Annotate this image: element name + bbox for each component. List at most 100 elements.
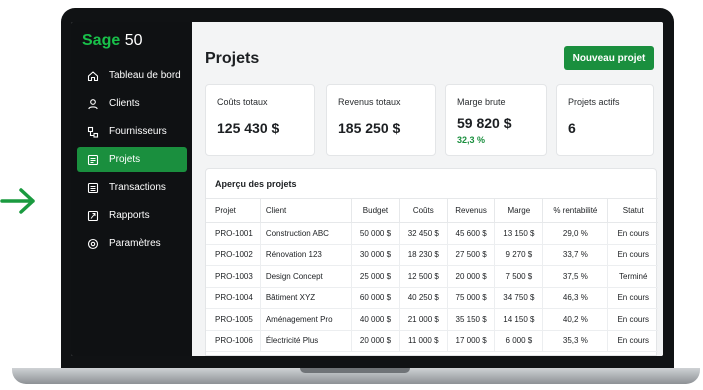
arrow-right-icon	[0, 188, 35, 214]
cell-client: Design Concept	[259, 265, 352, 288]
stat-value: 185 250 $	[338, 120, 401, 136]
sidebar-item-rapports[interactable]: Rapports	[77, 203, 187, 228]
column-header[interactable]: Statut	[607, 198, 658, 223]
sidebar-item-parametres[interactable]: Paramètres	[77, 231, 187, 256]
cell-project-id: PRO-1003	[206, 265, 261, 288]
sidebar-item-fournisseurs[interactable]: Fournisseurs	[77, 119, 187, 144]
user-icon	[86, 97, 100, 111]
panel-title: Aperçu des projets	[215, 179, 297, 189]
cell-costs: 21 000 $	[398, 308, 448, 331]
home-icon	[86, 69, 100, 83]
column-header[interactable]: Revenus	[446, 198, 495, 223]
sidebar-item-label: Fournisseurs	[109, 126, 167, 137]
column-header[interactable]: Coûts	[398, 198, 448, 223]
cell-project-id: PRO-1001	[206, 222, 261, 245]
cell-costs: 18 230 $	[398, 244, 448, 266]
cell-profitability: 35,3 %	[542, 330, 608, 352]
transactions-icon	[86, 181, 100, 195]
cell-status: En cours	[607, 244, 658, 266]
cell-costs: 40 250 $	[398, 287, 448, 309]
cell-profitability: 40,2 %	[542, 308, 608, 331]
cell-margin: 34 750 $	[494, 287, 543, 309]
cell-client: Bâtiment XYZ	[259, 287, 352, 309]
stat-value: 6	[568, 120, 576, 136]
stat-card-projets-actifs: Projets actifs 6	[556, 84, 654, 156]
table-header-row: Projet Client Budget Coûts Revenus Marge…	[206, 198, 658, 223]
main-content: Projets Nouveau projet Coûts totaux 125 …	[192, 22, 663, 356]
cell-margin: 14 150 $	[494, 308, 543, 331]
cell-revenue: 75 000 $	[446, 287, 495, 309]
sidebar-item-clients[interactable]: Clients	[77, 91, 187, 116]
table-row[interactable]: PRO-1004 Bâtiment XYZ 60 000 $40 250 $75 0…	[206, 287, 658, 309]
cell-costs: 11 000 $	[398, 330, 448, 352]
cell-margin: 7 500 $	[494, 265, 543, 288]
cell-margin: 13 150 $	[494, 222, 543, 245]
settings-icon	[86, 237, 100, 251]
column-header[interactable]: Projet	[206, 198, 261, 223]
cell-revenue: 20 000 $	[446, 265, 495, 288]
new-project-button[interactable]: Nouveau projet	[564, 46, 654, 70]
table-row[interactable]: PRO-1005 Aménagement Pro 40 000 $21 000 $3…	[206, 308, 658, 331]
column-header[interactable]: Marge	[494, 198, 543, 223]
cell-revenue: 27 500 $	[446, 244, 495, 266]
cell-budget: 50 000 $	[351, 222, 400, 245]
brand-logo: Sage 50	[82, 32, 143, 49]
cell-profitability: 37,5 %	[542, 265, 608, 288]
stat-card-revenus: Revenus totaux 185 250 $	[326, 84, 436, 156]
table-row[interactable]: PRO-1002 Rénovation 123 30 000 $18 230 $27…	[206, 244, 658, 266]
cell-costs: 32 450 $	[398, 222, 448, 245]
sidebar-item-label: Rapports	[109, 210, 150, 221]
sidebar-item-label: Paramètres	[109, 238, 161, 249]
cell-profitability: 33,7 %	[542, 244, 608, 266]
column-header[interactable]: Client	[259, 198, 352, 223]
cell-status: En cours	[607, 222, 658, 245]
sidebar-item-label: Tableau de bord	[109, 70, 181, 81]
cell-client: Construction ABC	[259, 222, 352, 245]
stat-value: 125 430 $	[217, 120, 280, 136]
cell-status: En cours	[607, 287, 658, 309]
stat-label: Marge brute	[457, 97, 506, 107]
cell-status: Terminé	[607, 265, 658, 288]
stat-value: 59 820 $	[457, 115, 512, 131]
stat-label: Projets actifs	[568, 97, 620, 107]
column-header[interactable]: % rentabilité	[542, 198, 608, 223]
cell-project-id: PRO-1002	[206, 244, 261, 266]
cell-status: En cours	[607, 308, 658, 331]
cell-project-id: PRO-1005	[206, 308, 261, 331]
sidebar-item-tableau-de-bord[interactable]: Tableau de bord	[77, 63, 187, 88]
stat-card-couts: Coûts totaux 125 430 $	[205, 84, 315, 156]
stat-card-marge: Marge brute 59 820 $ 32,3 %	[445, 84, 547, 156]
page-title: Projets	[205, 50, 260, 67]
sidebar-item-transactions[interactable]: Transactions	[77, 175, 187, 200]
sidebar: Sage 50 Tableau de bord Clients Fourniss…	[71, 22, 192, 356]
sidebar-item-label: Transactions	[109, 182, 166, 193]
cell-revenue: 45 600 $	[446, 222, 495, 245]
cell-budget: 25 000 $	[351, 265, 400, 288]
stat-label: Coûts totaux	[217, 97, 268, 107]
cell-margin: 6 000 $	[494, 330, 543, 352]
cell-client: Rénovation 123	[259, 244, 352, 266]
cell-client: Aménagement Pro	[259, 308, 352, 331]
cell-revenue: 17 000 $	[446, 330, 495, 352]
projects-overview-panel: Aperçu des projets Projet Client Budget …	[205, 168, 658, 356]
column-header[interactable]: Budget	[351, 198, 400, 223]
cell-profitability: 46,3 %	[542, 287, 608, 309]
cell-revenue: 35 150 $	[446, 308, 495, 331]
sidebar-item-projets[interactable]: Projets	[77, 147, 187, 172]
table-row[interactable]: PRO-1001 Construction ABC 50 000 $32 450 $…	[206, 222, 658, 245]
cell-profitability: 29,0 %	[542, 222, 608, 245]
cell-budget: 40 000 $	[351, 308, 400, 331]
cell-status: En cours	[607, 330, 658, 352]
cell-margin: 9 270 $	[494, 244, 543, 266]
cell-client: Électricité Plus	[259, 330, 352, 352]
cell-costs: 12 500 $	[398, 265, 448, 288]
reports-icon	[86, 209, 100, 223]
sidebar-item-label: Clients	[109, 98, 140, 109]
stage: Sage 50 Tableau de bord Clients Fourniss…	[0, 0, 703, 390]
stat-sub-value: 32,3 %	[457, 135, 486, 145]
table-row[interactable]: PRO-1006 Électricité Plus 20 000 $11 000 $…	[206, 330, 658, 352]
stat-label: Revenus totaux	[338, 97, 401, 107]
table-row[interactable]: PRO-1003 Design Concept 25 000 $12 500 $20…	[206, 265, 658, 288]
cell-project-id: PRO-1004	[206, 287, 261, 309]
projects-table: Projet Client Budget Coûts Revenus Marge…	[206, 198, 658, 352]
